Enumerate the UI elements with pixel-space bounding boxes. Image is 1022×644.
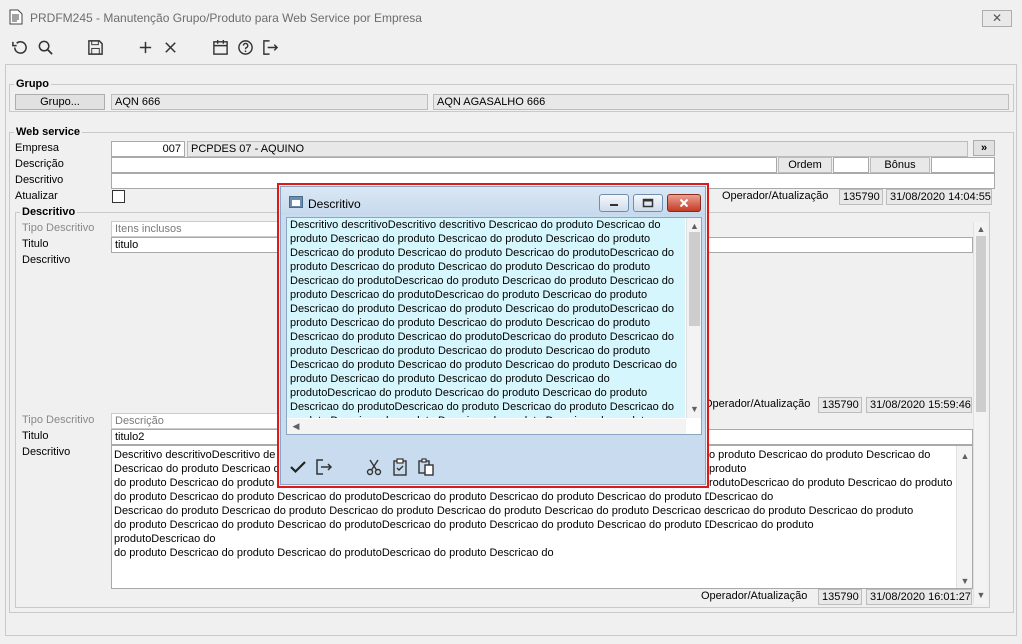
window-close-button[interactable]: ✕ [982,10,1012,27]
item2-operador-field: 135790 [818,589,862,605]
item2-atualizacao-field: 31/08/2020 16:01:27 [866,589,972,605]
dialog-close-button[interactable] [667,194,701,212]
item2-tipo-field[interactable]: Descrição [111,413,281,429]
add-icon[interactable] [135,37,155,57]
grupo-section-label: Grupo [14,78,51,90]
scroll-left-icon[interactable]: ◀ [291,421,301,432]
window-titlebar: PRDFM245 - Manutenção Grupo/Produto para… [0,0,1022,36]
descricao-label: Descrição [15,158,64,170]
descritivo-panel-scrollbar[interactable]: ▲ ▼ [973,222,987,604]
scroll-up-icon[interactable]: ▲ [957,449,972,463]
operador-field: 135790 [839,189,883,205]
window-icon [289,196,303,208]
descricao-field[interactable] [111,157,777,173]
paste-special-icon[interactable] [390,457,410,477]
atualizacao-field: 31/08/2020 14:04:55 [886,189,992,205]
item2-descritivo-label: Descritivo [22,446,71,458]
dialog-frame: Descritivo Descritivo descritivoDescriti… [280,186,706,485]
operador-label: Operador/Atualização [722,190,829,202]
scroll-down-icon[interactable]: ▼ [687,404,702,414]
dialog-titlebar: Descritivo [281,187,705,215]
scroll-thumb[interactable] [976,236,986,412]
descritivo-label: Descritivo [15,174,64,186]
descritivo-section-label: Descritivo [20,206,78,218]
bonus-label: Bônus [870,157,930,173]
empresa-code-field[interactable]: 007 [111,141,185,157]
dialog-text[interactable]: Descritivo descritivoDescritivo descriti… [287,218,685,418]
dialog-hscrollbar[interactable]: ◀ [287,419,686,434]
grupo-name-field[interactable]: AQN AGASALHO 666 [433,94,1009,110]
empresa-label: Empresa [15,142,60,154]
item2-scrollbar[interactable]: ▲ ▼ [956,446,972,588]
dialog-vscrollbar[interactable]: ▲ ▼ [686,218,701,418]
item1-tipo-field[interactable]: Itens inclusos [111,221,281,237]
search-icon[interactable] [35,37,55,57]
delete-icon[interactable] [160,37,180,57]
atualizar-label: Atualizar [15,190,58,202]
undo-icon[interactable] [9,37,29,57]
scroll-up-icon[interactable]: ▲ [687,221,702,231]
ordem-label: Ordem [778,157,832,173]
item2-titulo-label: Titulo [22,430,49,442]
scroll-down-icon[interactable]: ▼ [957,574,972,588]
item2-operador-label: Operador/Atualização [701,590,808,602]
bonus-field[interactable] [931,157,995,173]
item1-tipo-label: Tipo Descritivo [22,222,95,234]
save-icon[interactable] [85,37,105,57]
descritivo-dialog: Descritivo Descritivo descritivoDescriti… [277,183,709,488]
ordem-field[interactable] [833,157,869,173]
scroll-down-icon[interactable]: ▼ [974,590,988,600]
help-icon[interactable] [235,37,255,57]
dialog-text-area[interactable]: Descritivo descritivoDescritivo descriti… [286,217,702,435]
item2-tipo-label: Tipo Descritivo [22,414,95,426]
cut-icon[interactable] [364,457,384,477]
item1-atualizacao-field: 31/08/2020 15:59:46 [866,397,972,413]
dialog-title: Descritivo [308,197,361,211]
maximize-icon [642,198,654,208]
exit-icon[interactable] [260,37,280,57]
item1-operador-field: 135790 [818,397,862,413]
empresa-lookup-button[interactable]: » [973,140,995,156]
confirm-icon[interactable] [288,457,308,477]
scroll-up-icon[interactable]: ▲ [974,224,988,234]
item2-descritivo-text-right: o produto Descricao do produto Descricao… [709,448,954,532]
minimize-icon [610,204,618,206]
item1-descritivo-label: Descritivo [22,254,71,266]
grupo-button[interactable]: Grupo... [15,94,105,110]
grupo-code-field[interactable]: AQN 666 [111,94,428,110]
document-icon [9,9,23,25]
close-icon [679,198,689,208]
webservice-section-label: Web service [14,126,83,138]
scroll-thumb[interactable] [689,232,700,326]
paste-icon[interactable] [416,457,436,477]
item1-operador-label: Operador/Atualização [704,398,811,410]
atualizar-checkbox[interactable] [112,190,125,203]
calendar-icon[interactable] [210,37,230,57]
window-title: PRDFM245 - Manutenção Grupo/Produto para… [30,11,422,25]
minimize-button[interactable] [599,194,629,212]
item1-titulo-label: Titulo [22,238,49,250]
exit-icon[interactable] [314,457,334,477]
maximize-button[interactable] [633,194,663,212]
empresa-name-field: PCPDES 07 - AQUINO [187,141,968,157]
